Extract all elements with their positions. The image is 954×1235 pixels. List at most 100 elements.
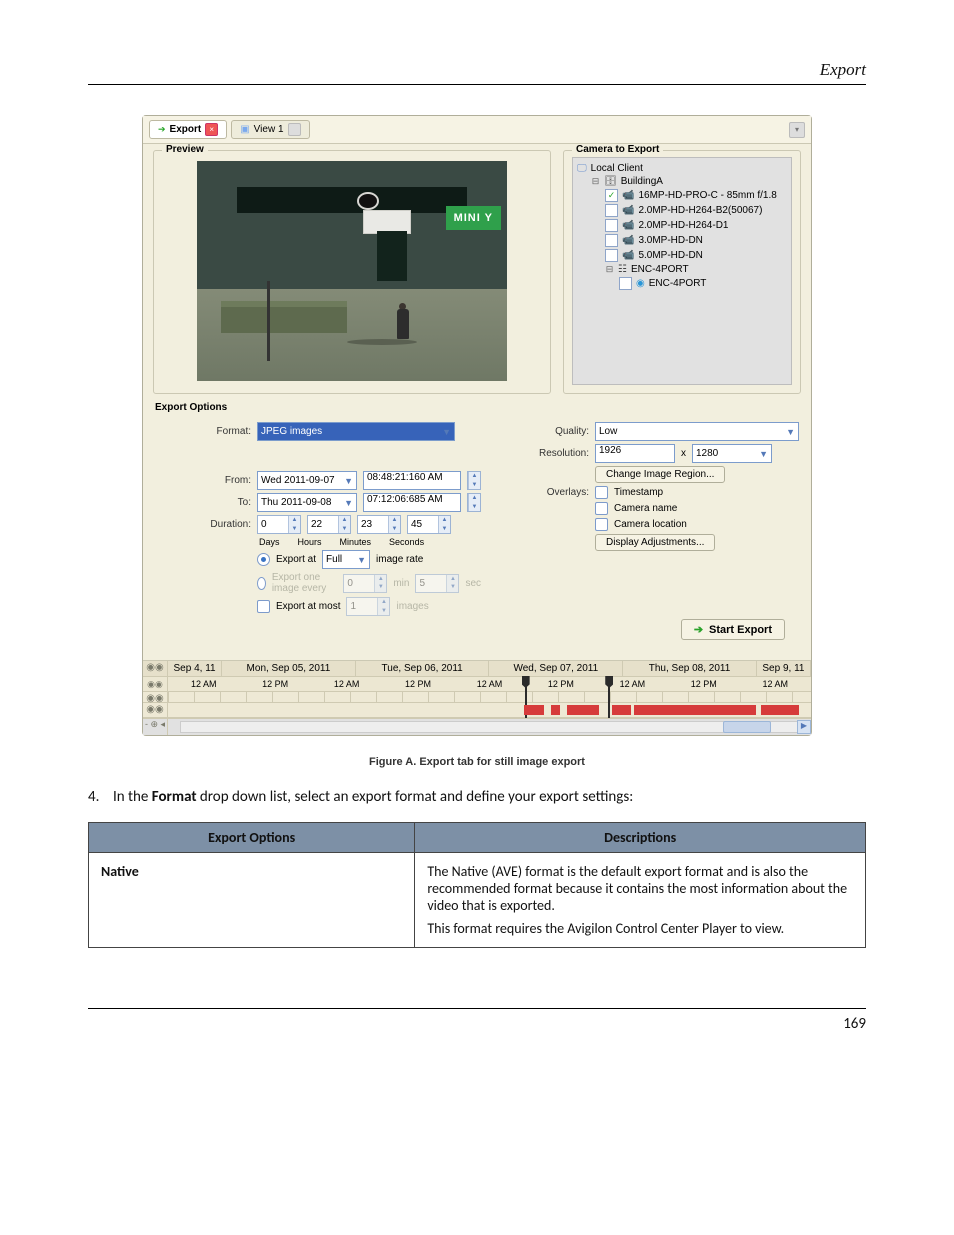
spinner-down-icon[interactable]: ▼	[288, 525, 300, 534]
secs-spinner[interactable]: ▲▼	[407, 515, 451, 534]
checkbox-icon[interactable]	[605, 204, 618, 217]
timeline-day[interactable]: Sep 4, 11	[168, 661, 222, 676]
image-rate-select[interactable]: Full ▼	[322, 550, 370, 569]
res-width: 1926	[599, 445, 621, 456]
spinner-down-icon[interactable]: ▼	[468, 503, 480, 512]
tab-export[interactable]: ➔ Export ×	[149, 120, 227, 139]
tab-view1-close-icon[interactable]	[288, 123, 301, 136]
timeline-day[interactable]: Thu, Sep 08, 2011	[623, 661, 757, 676]
checkbox-checked-icon[interactable]: ✓	[605, 189, 618, 202]
collapse-icon[interactable]: ⊟	[591, 176, 600, 187]
scrollbar-thumb[interactable]	[723, 721, 771, 733]
export-at-most-check[interactable]	[257, 600, 270, 613]
tab-view1[interactable]: ▣ View 1	[231, 120, 309, 139]
camera-location-check[interactable]	[595, 518, 608, 531]
scrollbar-right-button[interactable]: ▶	[797, 720, 811, 734]
hours-spinner[interactable]: ▲▼	[307, 515, 351, 534]
recording-segment[interactable]	[551, 705, 561, 715]
timeline-control[interactable]: ◉◉	[143, 677, 168, 691]
unit-mins: Minutes	[340, 537, 372, 547]
chevron-down-icon: ▼	[442, 427, 451, 437]
header-title: Export	[820, 60, 866, 79]
spinner-up-icon[interactable]: ▲	[288, 516, 300, 525]
timestamp-check[interactable]	[595, 486, 608, 499]
spinner-up-icon[interactable]: ▲	[468, 472, 480, 481]
timeline-scrollbar[interactable]: ▶	[168, 719, 811, 735]
tree-cam-0[interactable]: ✓ 📹 16MP-HD-PRO-C - 85mm f/1.8	[577, 188, 787, 203]
collapse-icon[interactable]: ⊟	[605, 264, 614, 275]
res-width-input[interactable]: 1926	[595, 444, 675, 463]
overlays-label: Overlays:	[509, 487, 589, 498]
camera-icon: ▣	[240, 124, 249, 135]
export-every-radio[interactable]	[257, 577, 266, 590]
camera-tree[interactable]: 🖵 Local Client ⊟ 🗄 BuildingA ✓ 📹 16MP-HD…	[572, 157, 792, 385]
display-adjustments-label: Display Adjustments...	[606, 537, 704, 548]
from-date: Wed 2011-09-07	[261, 475, 335, 486]
res-height-select[interactable]: 1280 ▼	[692, 444, 772, 463]
close-icon[interactable]: ×	[205, 123, 218, 136]
secs-input[interactable]	[408, 516, 438, 533]
checkbox-icon[interactable]	[605, 219, 618, 232]
timeline-day[interactable]: Wed, Sep 07, 2011	[489, 661, 623, 676]
recording-segment[interactable]	[761, 705, 800, 715]
checkbox-icon[interactable]	[605, 234, 618, 247]
recording-segment[interactable]	[524, 705, 543, 715]
spinner-down-icon[interactable]: ▼	[468, 481, 480, 490]
timeline-day[interactable]: Tue, Sep 06, 2011	[356, 661, 490, 676]
display-adjustments-button[interactable]: Display Adjustments...	[595, 534, 715, 551]
zoom-controls[interactable]: - ⊕ ◂	[143, 719, 168, 735]
quality-select[interactable]: Low ▼	[595, 422, 799, 441]
export-options: Export Options Format: JPEG images ▼	[143, 398, 811, 660]
checkbox-icon[interactable]	[605, 249, 618, 262]
from-time-spinner[interactable]: ▲▼	[467, 471, 481, 490]
tabbar-menu-icon[interactable]: ▾	[789, 122, 805, 138]
change-region-button[interactable]: Change Image Region...	[595, 466, 725, 483]
timeline-control[interactable]: ◉◉	[143, 692, 168, 702]
tree-encoder-cam[interactable]: ◉ ENC-4PORT	[577, 276, 787, 291]
format-select[interactable]: JPEG images ▼	[257, 422, 455, 441]
timeline-hour: 12 AM	[311, 677, 382, 691]
app-window: ➔ Export × ▣ View 1 ▾ Preview	[142, 115, 812, 736]
mins-spinner[interactable]: ▲▼	[357, 515, 401, 534]
start-export-button[interactable]: ➔ Start Export	[681, 619, 785, 640]
unit-hours: Hours	[298, 537, 322, 547]
tree-server[interactable]: ⊟ 🗄 BuildingA	[577, 175, 787, 188]
timeline-day[interactable]: Sep 9, 11	[757, 661, 811, 676]
spinner-down-icon[interactable]: ▼	[438, 525, 450, 534]
to-date-select[interactable]: Thu 2011-09-08 ▼	[257, 493, 357, 512]
to-time-spinner[interactable]: ▲▼	[467, 493, 481, 512]
from-date-select[interactable]: Wed 2011-09-07 ▼	[257, 471, 357, 490]
checkbox-icon[interactable]	[619, 277, 632, 290]
tree-cam-2[interactable]: 📹 2.0MP-HD-H264-D1	[577, 218, 787, 233]
to-time-input[interactable]: 07:12:06:685 AM	[363, 493, 461, 512]
spinner-up-icon[interactable]: ▲	[438, 516, 450, 525]
recording-segment[interactable]	[612, 705, 631, 715]
tree-cam-4[interactable]: 📹 5.0MP-HD-DN	[577, 248, 787, 263]
tree-cam-1-label: 2.0MP-HD-H264-B2(50067)	[638, 205, 762, 216]
tree-cam-3[interactable]: 📹 3.0MP-HD-DN	[577, 233, 787, 248]
from-time-input[interactable]: 08:48:21:160 AM	[363, 471, 461, 490]
timeline-control[interactable]: ◉◉	[143, 703, 168, 717]
camera-name-check[interactable]	[595, 502, 608, 515]
recording-segment[interactable]	[567, 705, 599, 715]
spinner-down-icon[interactable]: ▼	[338, 525, 350, 534]
timeline[interactable]: ◉◉ Sep 4, 11 Mon, Sep 05, 2011 Tue, Sep …	[143, 660, 811, 735]
timeline-control-top[interactable]: ◉◉	[143, 661, 168, 676]
export-at-radio[interactable]	[257, 553, 270, 566]
timeline-day[interactable]: Mon, Sep 05, 2011	[222, 661, 356, 676]
tree-root[interactable]: 🖵 Local Client	[577, 162, 787, 175]
days-spinner[interactable]: ▲▼	[257, 515, 301, 534]
preview-sign-text: MINI Y	[446, 206, 501, 230]
spinner-down-icon[interactable]: ▼	[388, 525, 400, 534]
spinner-up-icon[interactable]: ▲	[388, 516, 400, 525]
tree-cam-1[interactable]: 📹 2.0MP-HD-H264-B2(50067)	[577, 203, 787, 218]
spinner-up-icon[interactable]: ▲	[468, 494, 480, 503]
spinner-up-icon[interactable]: ▲	[338, 516, 350, 525]
hours-input[interactable]	[308, 516, 338, 533]
images-label: images	[396, 601, 428, 612]
tree-encoder[interactable]: ⊟ ☷ ENC-4PORT	[577, 263, 787, 276]
recording-segment[interactable]	[634, 705, 756, 715]
mins-input[interactable]	[358, 516, 388, 533]
timeline-track[interactable]	[168, 703, 811, 717]
days-input[interactable]	[258, 516, 288, 533]
